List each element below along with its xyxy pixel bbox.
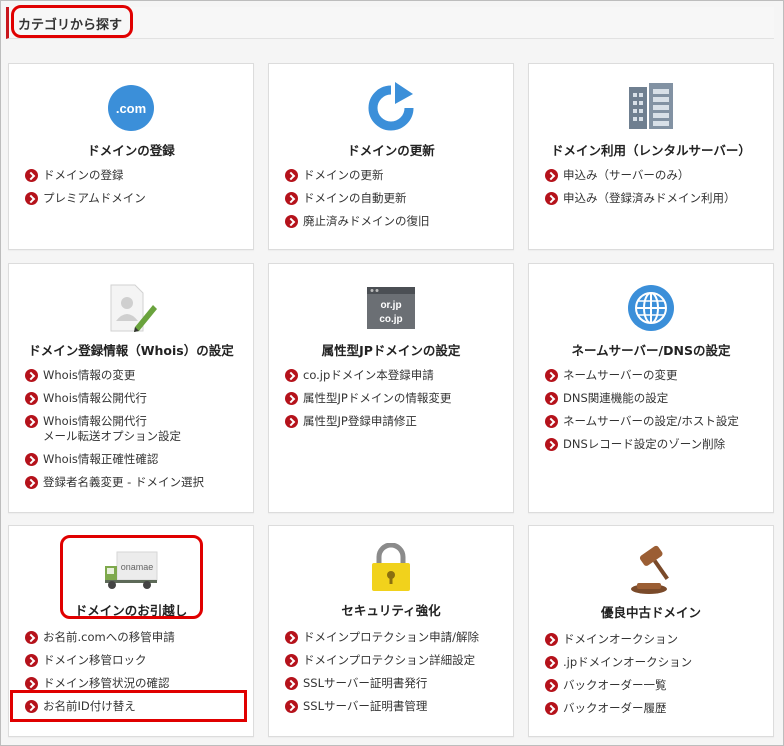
card-title: セキュリティ強化 bbox=[341, 603, 441, 618]
link-premium-domain[interactable]: プレミアムドメイン bbox=[25, 191, 245, 206]
card-whois: ドメイン登録情報（Whois）の設定 Whois情報の変更 Whois情報公開代… bbox=[8, 263, 254, 513]
link-whois-mail-forward[interactable]: Whois情報公開代行 メール転送オプション設定 bbox=[25, 414, 245, 444]
link-backorder-list[interactable]: バックオーダー一覧 bbox=[545, 678, 765, 693]
card-title: 優良中古ドメイン bbox=[600, 605, 701, 620]
link-transfer-lock[interactable]: ドメイン移管ロック bbox=[25, 653, 245, 668]
chevron-right-icon bbox=[25, 654, 38, 667]
link-backorder-history[interactable]: バックオーダー履歴 bbox=[545, 701, 765, 716]
card-links: Whois情報の変更 Whois情報公開代行 Whois情報公開代行 メール転送… bbox=[25, 368, 245, 498]
chevron-right-icon bbox=[285, 192, 298, 205]
link-registrant-change[interactable]: 登録者名義変更 - ドメイン選択 bbox=[25, 475, 245, 490]
link-domain-protection-detail[interactable]: ドメインプロテクション詳細設定 bbox=[285, 653, 505, 668]
svg-text:or.jp: or.jp bbox=[380, 300, 401, 311]
link-dns-zone-delete[interactable]: DNSレコード設定のゾーン削除 bbox=[545, 437, 765, 452]
highlight-transfer-card bbox=[60, 535, 203, 619]
card-title: ドメインの更新 bbox=[347, 143, 435, 158]
link-ssl-issue[interactable]: SSLサーバー証明書発行 bbox=[285, 676, 505, 691]
card-links: ドメインプロテクション申請/解除 ドメインプロテクション詳細設定 SSLサーバー… bbox=[285, 630, 505, 722]
chevron-right-icon bbox=[285, 654, 298, 667]
card-rental-server: ドメイン利用（レンタルサーバー） 申込み（サーバーのみ） 申込み（登録済みドメイ… bbox=[528, 63, 774, 250]
link-server-with-domain[interactable]: 申込み（登録済みドメイン利用） bbox=[545, 191, 765, 206]
refresh-icon bbox=[269, 82, 513, 134]
server-icon bbox=[529, 80, 773, 132]
card-links: ドメインオークション .jpドメインオークション バックオーダー一覧 バックオー… bbox=[545, 632, 765, 724]
card-title: ドメインの登録 bbox=[87, 143, 175, 158]
chevron-right-icon bbox=[545, 438, 558, 451]
link-server-only[interactable]: 申込み（サーバーのみ） bbox=[545, 168, 765, 183]
chevron-right-icon bbox=[25, 169, 38, 182]
chevron-right-icon bbox=[285, 415, 298, 428]
chevron-right-icon bbox=[285, 369, 298, 382]
card-title: ドメイン利用（レンタルサーバー） bbox=[551, 143, 751, 158]
chevron-right-icon bbox=[545, 679, 558, 692]
link-jp-info-change[interactable]: 属性型JPドメインの情報変更 bbox=[285, 391, 505, 406]
chevron-right-icon bbox=[25, 677, 38, 690]
chevron-right-icon bbox=[285, 677, 298, 690]
lock-icon bbox=[269, 542, 513, 594]
link-domain-protection[interactable]: ドメインプロテクション申請/解除 bbox=[285, 630, 505, 645]
card-nameserver-dns: ネームサーバー/DNSの設定 ネームサーバーの変更 DNS関連機能の設定 ネーム… bbox=[528, 263, 774, 513]
link-domain-auto-renew[interactable]: ドメインの自動更新 bbox=[285, 191, 505, 206]
svg-text:.com: .com bbox=[116, 101, 146, 116]
chevron-right-icon bbox=[285, 392, 298, 405]
card-title: 属性型JPドメインの設定 bbox=[321, 343, 461, 358]
link-ssl-manage[interactable]: SSLサーバー証明書管理 bbox=[285, 699, 505, 714]
chevron-right-icon bbox=[545, 702, 558, 715]
highlight-category-title bbox=[11, 5, 133, 38]
chevron-right-icon bbox=[285, 169, 298, 182]
link-domain-register[interactable]: ドメインの登録 bbox=[25, 168, 245, 183]
card-links: ネームサーバーの変更 DNS関連機能の設定 ネームサーバーの設定/ホスト設定 D… bbox=[545, 368, 765, 460]
gavel-icon bbox=[529, 544, 773, 596]
link-domain-auction[interactable]: ドメインオークション bbox=[545, 632, 765, 647]
link-transfer-request[interactable]: お名前.comへの移管申請 bbox=[25, 630, 245, 645]
chevron-right-icon bbox=[545, 369, 558, 382]
chevron-right-icon bbox=[25, 415, 38, 428]
card-links: ドメインの登録 プレミアムドメイン bbox=[25, 168, 245, 214]
card-domain-renew: ドメインの更新 ドメインの更新 ドメインの自動更新 廃止済みドメインの復旧 bbox=[268, 63, 514, 250]
chevron-right-icon bbox=[25, 192, 38, 205]
link-transfer-status[interactable]: ドメイン移管状況の確認 bbox=[25, 676, 245, 691]
globe-icon bbox=[529, 282, 773, 334]
link-nameserver-change[interactable]: ネームサーバーの変更 bbox=[545, 368, 765, 383]
chevron-right-icon bbox=[25, 392, 38, 405]
link-whois-proxy[interactable]: Whois情報公開代行 bbox=[25, 391, 245, 406]
chevron-right-icon bbox=[545, 192, 558, 205]
card-title: ネームサーバー/DNSの設定 bbox=[571, 343, 731, 358]
chevron-right-icon bbox=[285, 700, 298, 713]
chevron-right-icon bbox=[545, 415, 558, 428]
svg-text:co.jp: co.jp bbox=[379, 314, 402, 325]
link-domain-renew[interactable]: ドメインの更新 bbox=[285, 168, 505, 183]
user-edit-icon bbox=[9, 282, 253, 334]
chevron-right-icon bbox=[545, 392, 558, 405]
link-whois-change[interactable]: Whois情報の変更 bbox=[25, 368, 245, 383]
link-dns-settings[interactable]: DNS関連機能の設定 bbox=[545, 391, 765, 406]
chevron-right-icon bbox=[25, 631, 38, 644]
dotcom-icon: .com bbox=[9, 82, 253, 134]
highlight-onamae-id-link bbox=[10, 690, 247, 722]
chevron-right-icon bbox=[25, 476, 38, 489]
card-links: 申込み（サーバーのみ） 申込み（登録済みドメイン利用） bbox=[545, 168, 765, 214]
chevron-right-icon bbox=[285, 631, 298, 644]
link-cojp-register[interactable]: co.jpドメイン本登録申請 bbox=[285, 368, 505, 383]
jp-domain-icon: or.jp co.jp bbox=[269, 282, 513, 334]
card-jp-domain: or.jp co.jp 属性型JPドメインの設定 co.jpドメイン本登録申請 … bbox=[268, 263, 514, 513]
card-links: co.jpドメイン本登録申請 属性型JPドメインの情報変更 属性型JP登録申請修… bbox=[285, 368, 505, 437]
card-used-domain: 優良中古ドメイン ドメインオークション .jpドメインオークション バックオーダ… bbox=[528, 525, 774, 737]
chevron-right-icon bbox=[545, 169, 558, 182]
chevron-right-icon bbox=[545, 633, 558, 646]
card-domain-register: .com ドメインの登録 ドメインの登録 プレミアムドメイン bbox=[8, 63, 254, 250]
link-domain-restore[interactable]: 廃止済みドメインの復旧 bbox=[285, 214, 505, 229]
link-jp-application-fix[interactable]: 属性型JP登録申請修正 bbox=[285, 414, 505, 429]
link-whois-accuracy[interactable]: Whois情報正確性確認 bbox=[25, 452, 245, 467]
chevron-right-icon bbox=[545, 656, 558, 669]
chevron-right-icon bbox=[25, 369, 38, 382]
card-security: セキュリティ強化 ドメインプロテクション申請/解除 ドメインプロテクション詳細設… bbox=[268, 525, 514, 737]
card-links: ドメインの更新 ドメインの自動更新 廃止済みドメインの復旧 bbox=[285, 168, 505, 237]
card-title: ドメイン登録情報（Whois）の設定 bbox=[28, 343, 234, 358]
chevron-right-icon bbox=[25, 453, 38, 466]
link-jp-auction[interactable]: .jpドメインオークション bbox=[545, 655, 765, 670]
link-nameserver-host[interactable]: ネームサーバーの設定/ホスト設定 bbox=[545, 414, 765, 429]
chevron-right-icon bbox=[285, 215, 298, 228]
